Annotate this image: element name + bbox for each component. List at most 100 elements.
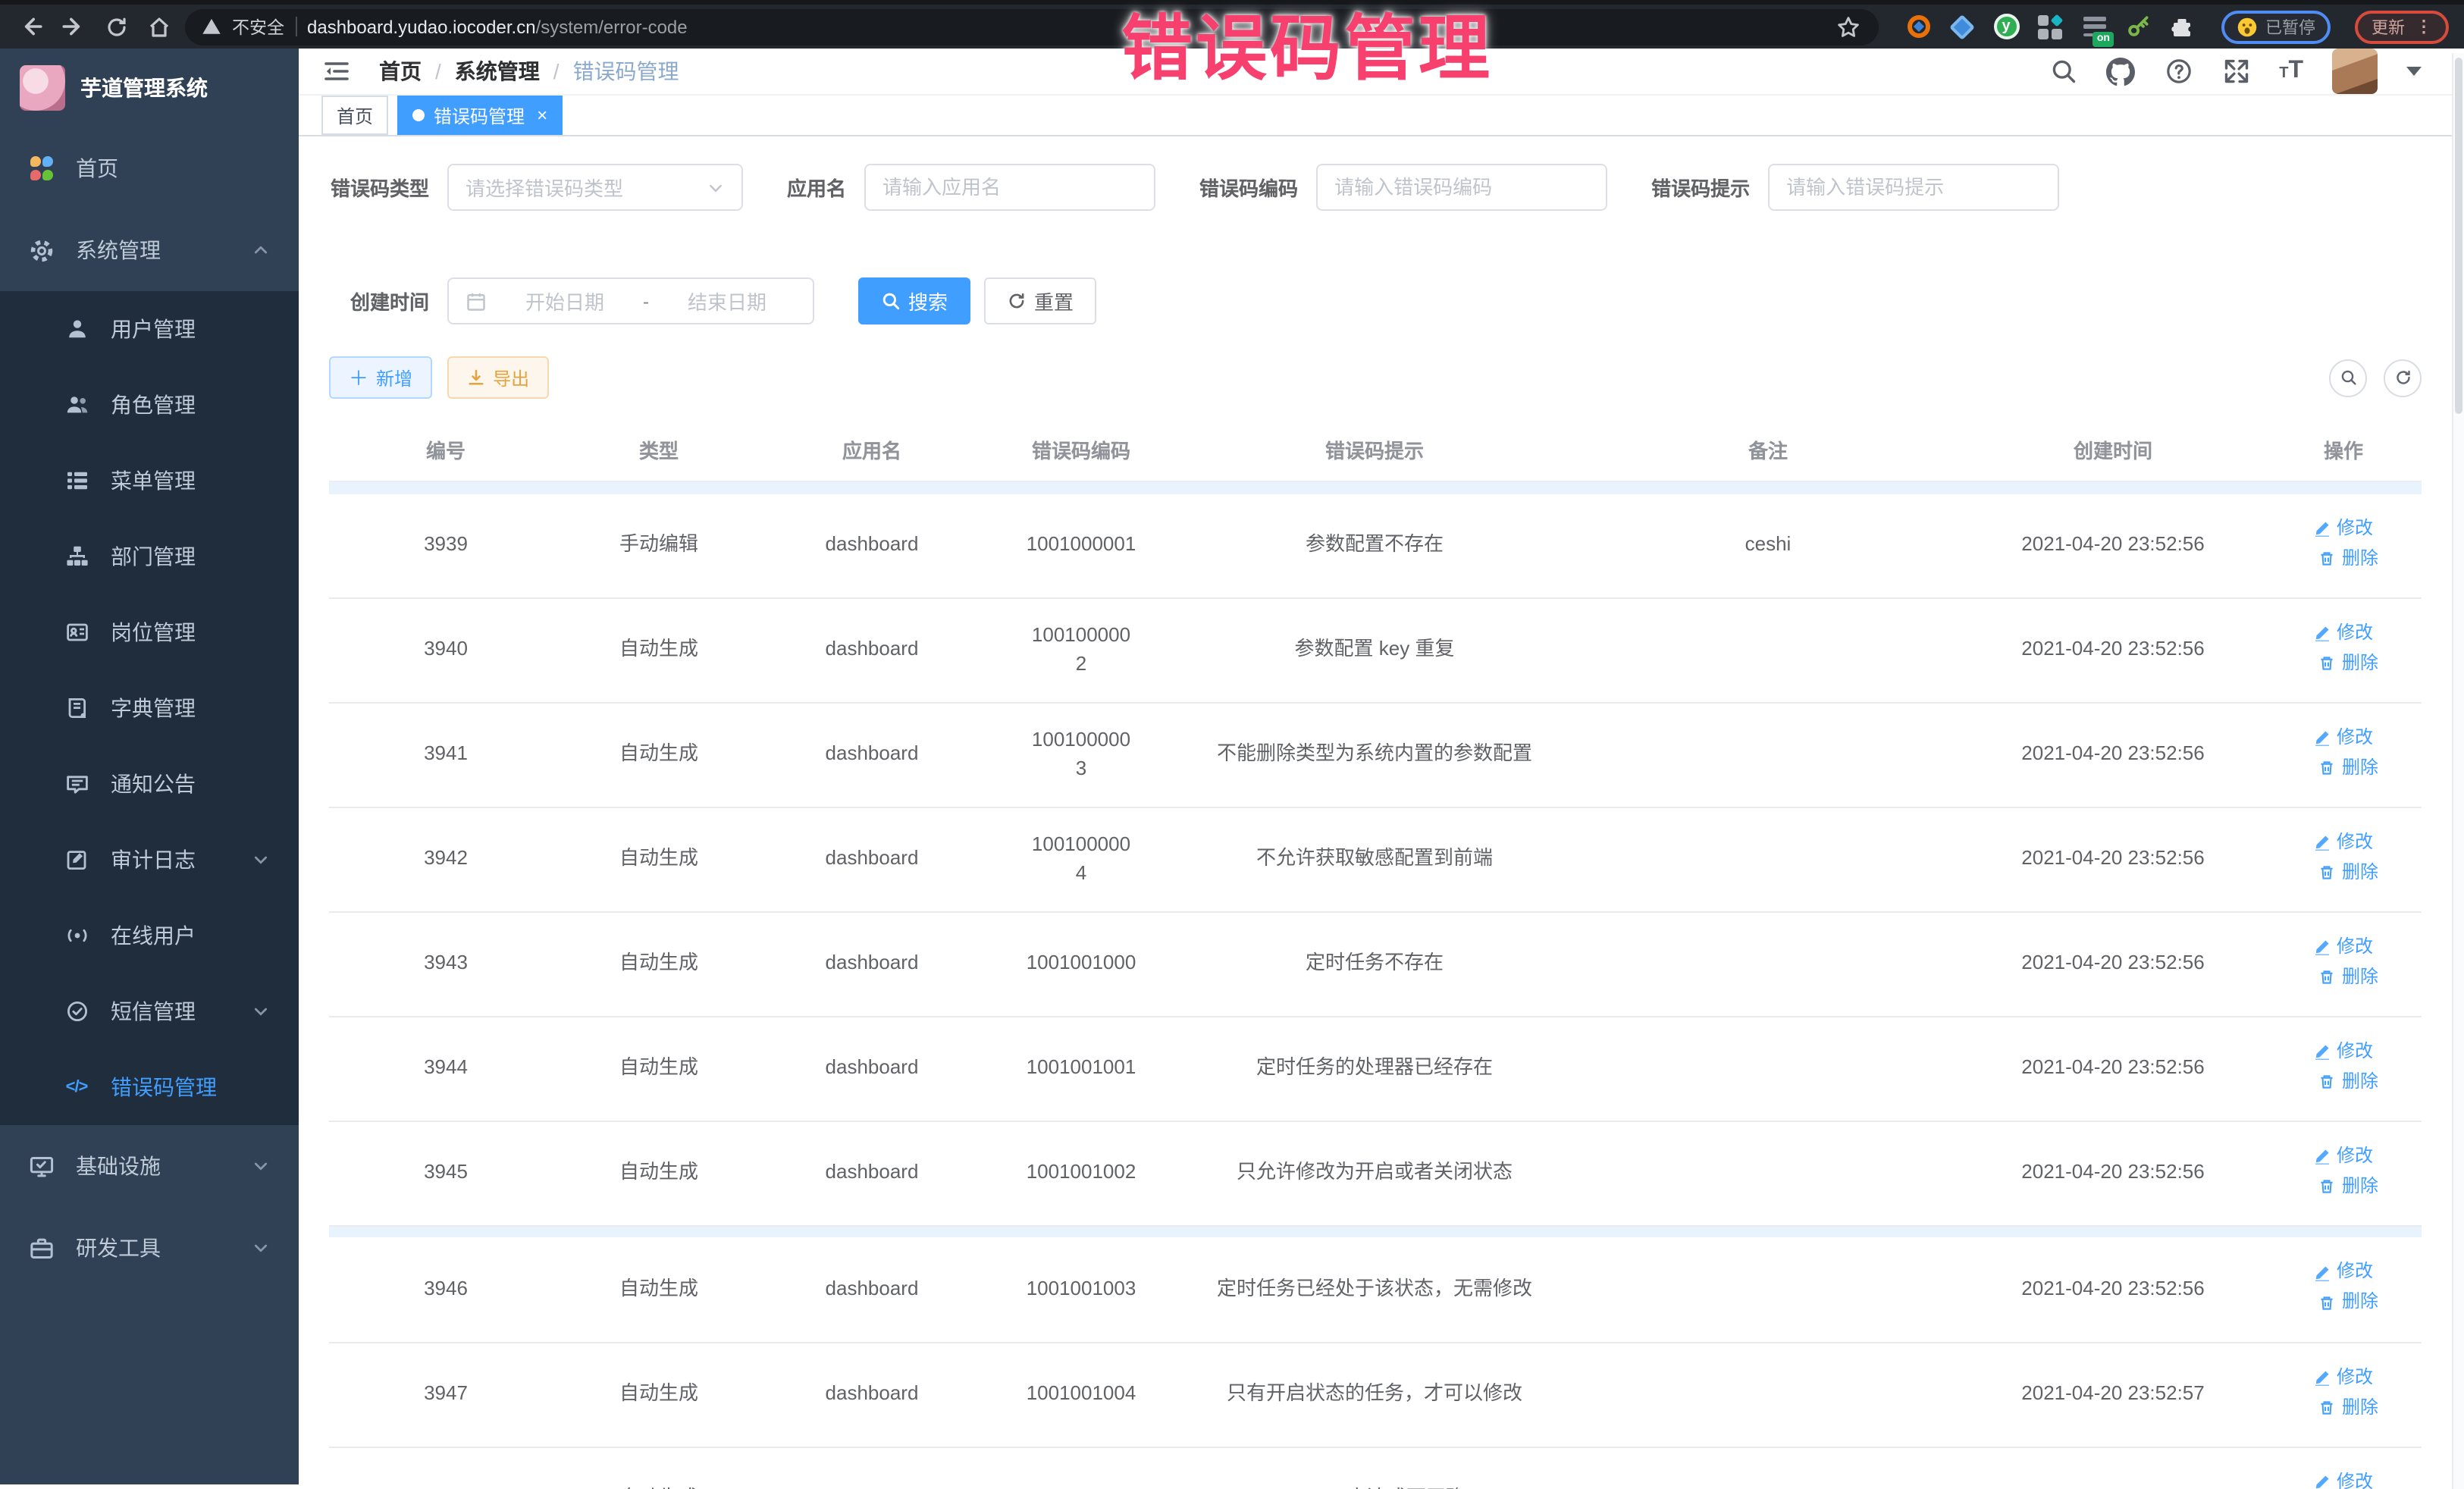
back-icon[interactable] — [15, 11, 47, 42]
refresh-table-button[interactable] — [2384, 359, 2422, 397]
delete-button[interactable]: 删除 — [2319, 1394, 2378, 1421]
search-button[interactable]: 搜索 — [858, 277, 970, 324]
delete-button[interactable]: 删除 — [2319, 1069, 2378, 1096]
error-code-type-select[interactable]: 请选择错误码类型 — [447, 164, 743, 211]
home-button-icon[interactable] — [143, 11, 174, 42]
sidebar-item-online-users[interactable]: 在线用户 — [0, 898, 299, 973]
edit-button[interactable]: 修改 — [2314, 515, 2373, 541]
url-text[interactable]: dashboard.yudao.iocoder.cn/system/error-… — [307, 16, 688, 37]
table-tools — [2329, 359, 2422, 397]
paused-extension-pill[interactable]: 已暂停 — [2221, 10, 2331, 43]
table-row: 3947自动生成 dashboard1001001004 只有开启状态的任务，才… — [329, 1342, 2422, 1447]
dictionary-icon — [64, 695, 89, 721]
omnibox-divider — [295, 17, 296, 36]
edit-button[interactable]: 修改 — [2314, 1143, 2373, 1170]
edit-icon — [2314, 939, 2331, 955]
extension-on-icon[interactable]: on — [2080, 13, 2108, 40]
error-code-input[interactable] — [1334, 176, 1589, 199]
extensions-puzzle-icon[interactable] — [2168, 13, 2196, 40]
delete-icon — [2319, 1074, 2336, 1090]
add-button[interactable]: ＋ 新增 — [329, 356, 432, 399]
breadcrumb-home[interactable]: 首页 — [379, 56, 422, 86]
page-scrollbar[interactable] — [2452, 53, 2464, 1489]
delete-button[interactable]: 删除 — [2319, 754, 2378, 781]
tab-home[interactable]: 首页 — [321, 96, 388, 135]
edit-button[interactable]: 修改 — [2314, 619, 2373, 646]
filter-app-name: 应用名 — [787, 164, 1155, 211]
edit-button[interactable]: 修改 — [2314, 934, 2373, 961]
delete-icon — [2319, 1399, 2336, 1415]
extension-green-y-icon[interactable]: y — [1992, 13, 2020, 40]
edit-button[interactable]: 修改 — [2314, 1259, 2373, 1286]
sidebar-logo-row[interactable]: 芋道管理系统 — [0, 49, 299, 127]
sidebar: 芋道管理系统 首页 系统管理 用户管理 角色管 — [0, 49, 299, 1484]
main-area: 首页 / 系统管理 / 错误码管理 — [299, 49, 2464, 1484]
avatar-caret-icon[interactable] — [2406, 67, 2422, 83]
delete-button[interactable]: 删除 — [2319, 1174, 2378, 1200]
department-tree-icon — [64, 544, 89, 569]
delete-button[interactable]: 删除 — [2319, 964, 2378, 991]
on-badge: on — [2093, 32, 2114, 46]
sidebar-toggle-icon[interactable] — [321, 55, 355, 88]
fullscreen-icon[interactable] — [2221, 57, 2250, 86]
sidebar-item-dev-tools[interactable]: 研发工具 — [0, 1207, 299, 1289]
delete-button[interactable]: 删除 — [2319, 545, 2378, 572]
breadcrumb-system-management[interactable]: 系统管理 — [455, 56, 540, 86]
sidebar-item-menu-management[interactable]: 菜单管理 — [0, 443, 299, 519]
edit-button[interactable]: 修改 — [2314, 1469, 2373, 1489]
table-row: 3942自动生成 dashboard100100000 4 不允许获取敏感配置到… — [329, 807, 2422, 911]
delete-button[interactable]: 删除 — [2319, 650, 2378, 676]
url-bar[interactable]: 不安全 dashboard.yudao.iocoder.cn/system/er… — [185, 8, 1879, 45]
close-icon[interactable]: × — [537, 106, 547, 124]
delete-button[interactable]: 删除 — [2319, 859, 2378, 886]
sidebar-item-sms-management[interactable]: 短信管理 — [0, 973, 299, 1049]
extension-grid-icon[interactable] — [2036, 13, 2064, 40]
create-time-range-picker[interactable]: 开始日期 - 结束日期 — [447, 277, 814, 324]
column-header-actions: 操作 — [2265, 420, 2422, 481]
tab-error-code-management[interactable]: 错误码管理 × — [397, 96, 563, 135]
sidebar-item-home[interactable]: 首页 — [0, 127, 299, 209]
sidebar-item-error-code-management[interactable]: </> 错误码管理 — [0, 1049, 299, 1125]
table-row: 3941自动生成 dashboard100100000 3 不能删除类型为系统内… — [329, 702, 2422, 807]
extensions-row: y on — [1904, 13, 2196, 40]
chevron-down-icon — [252, 1002, 270, 1020]
sidebar-item-system-management[interactable]: 系统管理 — [0, 209, 299, 291]
sidebar-item-infrastructure[interactable]: 基础设施 — [0, 1125, 299, 1207]
help-icon[interactable] — [2164, 57, 2193, 86]
edit-button[interactable]: 修改 — [2314, 1039, 2373, 1065]
scrollbar-thumb[interactable] — [2455, 58, 2462, 414]
edit-button[interactable]: 修改 — [2314, 1364, 2373, 1390]
reload-icon[interactable] — [100, 11, 132, 42]
sidebar-item-role-management[interactable]: 角色管理 — [0, 367, 299, 443]
extension-blue-gem-icon[interactable] — [1948, 13, 1976, 40]
sidebar-item-department-management[interactable]: 部门管理 — [0, 519, 299, 594]
error-hint-input[interactable] — [1786, 176, 2041, 199]
edit-icon — [2314, 1043, 2331, 1060]
edit-button[interactable]: 修改 — [2314, 724, 2373, 751]
filter-error-hint: 错误码提示 — [1651, 164, 2059, 211]
user-avatar[interactable] — [2332, 49, 2378, 94]
delete-button[interactable]: 删除 — [2319, 1290, 2378, 1316]
online-user-icon — [64, 923, 89, 948]
export-button[interactable]: 导出 — [447, 356, 549, 399]
edit-button[interactable]: 修改 — [2314, 829, 2373, 855]
font-size-icon[interactable]: TT — [2279, 58, 2303, 85]
app-name-input[interactable] — [882, 176, 1137, 199]
bookmark-star-icon[interactable] — [1832, 11, 1864, 42]
hide-search-button[interactable] — [2329, 359, 2367, 397]
search-icon[interactable] — [2049, 57, 2077, 86]
extension-orange-ring-icon[interactable] — [1904, 13, 1932, 40]
forward-icon[interactable] — [58, 11, 89, 42]
browser-update-chip[interactable]: 更新 ⋮ — [2355, 10, 2449, 43]
emoji-face-icon — [2237, 16, 2258, 37]
kebab-menu-icon[interactable]: ⋮ — [2415, 17, 2432, 36]
sidebar-item-dictionary-management[interactable]: 字典管理 — [0, 670, 299, 746]
security-label[interactable]: 不安全 — [232, 14, 284, 39]
sidebar-item-audit-log[interactable]: 审计日志 — [0, 822, 299, 898]
extension-key-icon[interactable] — [2124, 13, 2152, 40]
github-icon[interactable] — [2106, 57, 2135, 86]
sidebar-item-post-management[interactable]: 岗位管理 — [0, 594, 299, 670]
sidebar-item-announcement[interactable]: 通知公告 — [0, 746, 299, 822]
reset-button[interactable]: 重置 — [984, 277, 1096, 324]
sidebar-item-user-management[interactable]: 用户管理 — [0, 291, 299, 367]
